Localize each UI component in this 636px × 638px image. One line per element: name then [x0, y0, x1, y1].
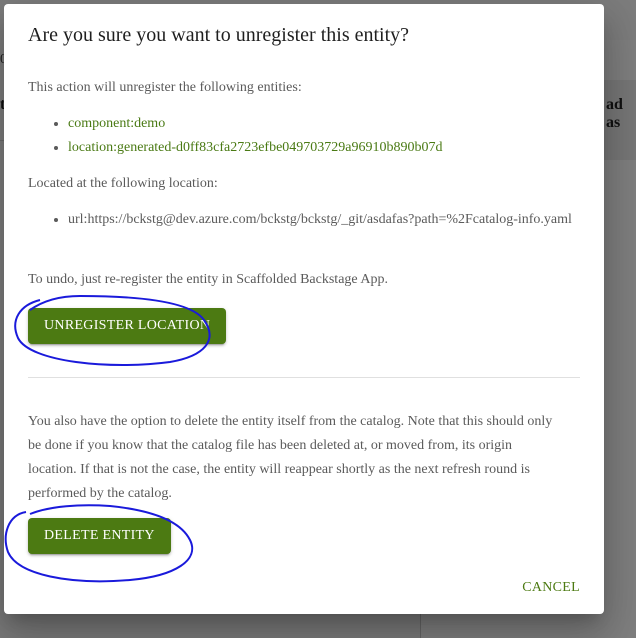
- entities-intro: This action will unregister the followin…: [28, 80, 302, 95]
- entity-item-location: location:generated-d0ff83cfa2723efbe0497…: [68, 136, 443, 160]
- unregister-location-button[interactable]: UNREGISTER LOCATION: [28, 308, 227, 344]
- entity-item-component: component:demo: [68, 112, 443, 136]
- delete-entity-button[interactable]: DELETE ENTITY: [28, 518, 171, 554]
- cancel-button[interactable]: CANCEL: [522, 576, 580, 600]
- delete-description: You also have the option to delete the e…: [28, 414, 553, 501]
- unregister-dialog: Are you sure you want to unregister this…: [4, 4, 604, 614]
- undo-hint: To undo, just re-register the entity in …: [28, 272, 388, 287]
- location-item: url:https://bckstg@dev.azure.com/bckstg/…: [68, 208, 578, 232]
- location-intro: Located at the following location:: [28, 176, 218, 191]
- divider: [28, 377, 580, 378]
- dialog-title: Are you sure you want to unregister this…: [28, 24, 410, 46]
- entity-list: component:demo location:generated-d0ff83…: [48, 112, 443, 160]
- location-list: url:https://bckstg@dev.azure.com/bckstg/…: [48, 208, 578, 232]
